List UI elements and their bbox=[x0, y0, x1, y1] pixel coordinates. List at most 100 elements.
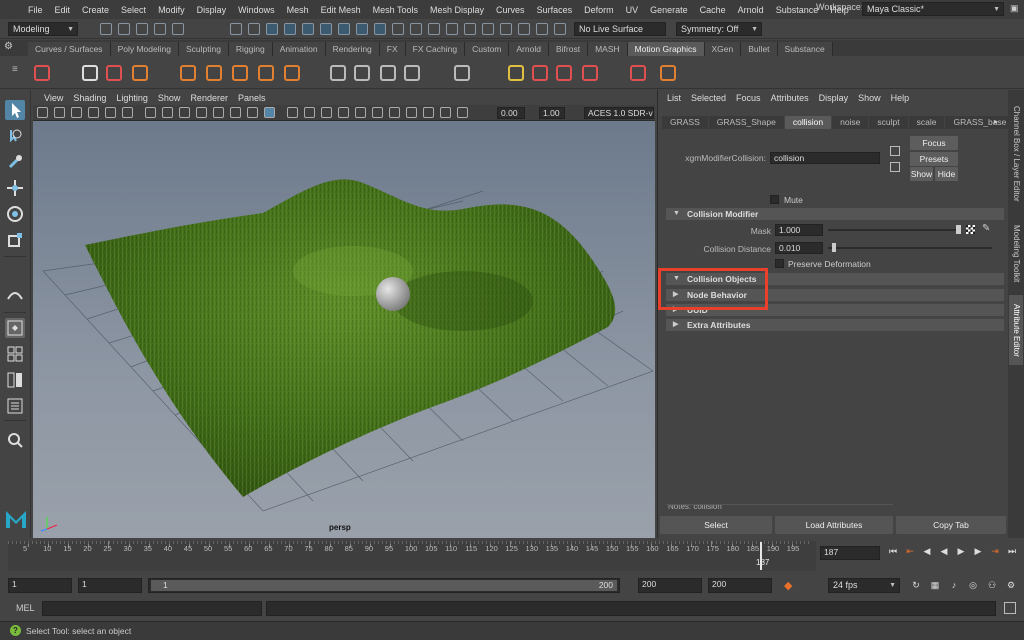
distribute-icon[interactable] bbox=[380, 65, 396, 81]
four-view-layout-icon[interactable] bbox=[5, 344, 25, 364]
shelf-tab-fx-caching[interactable]: FX Caching bbox=[405, 42, 466, 56]
hide-button[interactable]: Hide bbox=[935, 167, 958, 181]
viewport-menu-lighting[interactable]: Lighting bbox=[111, 93, 153, 103]
grid-tool-icon[interactable] bbox=[508, 65, 524, 81]
viewport-tool-20-icon[interactable] bbox=[372, 107, 383, 118]
go-to-start-icon[interactable]: ⏮ bbox=[888, 546, 898, 556]
viewport-menu-show[interactable]: Show bbox=[153, 93, 186, 103]
viewport-tool-14-icon[interactable] bbox=[264, 107, 275, 118]
viewport-menu-renderer[interactable]: Renderer bbox=[185, 93, 233, 103]
fps-dropdown[interactable]: 24 fps ▼ bbox=[828, 578, 900, 593]
viewport-tool-6-icon[interactable] bbox=[122, 107, 133, 118]
symmetry-dropdown[interactable]: Symmetry: Off ▼ bbox=[676, 22, 762, 36]
tab-channel-box[interactable]: Channel Box / Layer Editor bbox=[1009, 94, 1023, 214]
text-icon[interactable] bbox=[232, 65, 248, 81]
viewport-tool-13-icon[interactable] bbox=[247, 107, 258, 118]
color-space-dropdown[interactable]: ACES 1.0 SDR-vid bbox=[584, 107, 654, 119]
paint-brush-icon[interactable]: ✎ bbox=[982, 223, 990, 234]
menu-cache[interactable]: Cache bbox=[694, 5, 732, 15]
select-object-icon[interactable] bbox=[248, 23, 260, 35]
viewport-tool-10-icon[interactable] bbox=[196, 107, 207, 118]
keyframe-icon[interactable]: ◆ bbox=[784, 579, 792, 592]
show-button[interactable]: Show bbox=[910, 167, 933, 181]
ae-tab-noise[interactable]: noise bbox=[832, 116, 869, 129]
trail-icon[interactable] bbox=[556, 65, 572, 81]
curve-tool-icon[interactable] bbox=[206, 65, 222, 81]
menu-generate[interactable]: Generate bbox=[644, 5, 694, 15]
shelf-tab-motion-graphics[interactable]: Motion Graphics bbox=[627, 42, 705, 56]
menu-edit-mesh[interactable]: Edit Mesh bbox=[315, 5, 367, 15]
node-name-field[interactable]: collision bbox=[770, 152, 880, 164]
lasso-tool-icon[interactable] bbox=[5, 126, 25, 146]
viewport-tool-23-icon[interactable] bbox=[423, 107, 434, 118]
dynamics-icon[interactable] bbox=[330, 65, 346, 81]
viewport-tool-7-icon[interactable] bbox=[145, 107, 156, 118]
snap-point-icon[interactable] bbox=[320, 23, 332, 35]
menuset-dropdown[interactable]: Modeling ▼ bbox=[8, 22, 78, 36]
scene-start-field[interactable]: 1 bbox=[8, 578, 72, 593]
save-scene-icon[interactable] bbox=[136, 23, 148, 35]
preserve-deformation-checkbox[interactable] bbox=[775, 259, 784, 268]
viewport-tool-2-icon[interactable] bbox=[54, 107, 65, 118]
svg-tool-icon[interactable] bbox=[258, 65, 274, 81]
menu-curves[interactable]: Curves bbox=[490, 5, 531, 15]
cache-playback-icon[interactable]: ▦ bbox=[929, 580, 941, 590]
section-collision-modifier[interactable]: ▼ Collision Modifier bbox=[666, 208, 1004, 220]
playback-start-field[interactable]: 1 bbox=[78, 578, 142, 593]
history-icon[interactable] bbox=[374, 23, 386, 35]
anim-layer-icon[interactable]: ◎ bbox=[967, 580, 979, 590]
shelf-tab-custom[interactable]: Custom bbox=[465, 42, 510, 56]
step-back-key-icon[interactable]: ⇤ bbox=[905, 546, 915, 556]
snap-view-plane-icon[interactable] bbox=[338, 23, 350, 35]
shelf-tab-xgen[interactable]: XGen bbox=[704, 42, 742, 56]
select-button[interactable]: Select bbox=[660, 516, 772, 534]
shelf-tab-bullet[interactable]: Bullet bbox=[741, 42, 778, 56]
shelf-tab-sculpting[interactable]: Sculpting bbox=[178, 42, 229, 56]
viewport-tool-3-icon[interactable] bbox=[71, 107, 82, 118]
list-icon[interactable] bbox=[82, 65, 98, 81]
ae-tab-scale[interactable]: scale bbox=[908, 116, 945, 129]
anim-prefs-icon[interactable]: ⚙ bbox=[1005, 580, 1017, 590]
viewport-tool-19-icon[interactable] bbox=[355, 107, 366, 118]
ae-tab-collision[interactable]: collision bbox=[784, 116, 832, 129]
menu-arnold[interactable]: Arnold bbox=[732, 5, 770, 15]
sphere-icon[interactable] bbox=[180, 65, 196, 81]
viewport-menu-shading[interactable]: Shading bbox=[68, 93, 111, 103]
rotate-tool-icon[interactable] bbox=[5, 204, 25, 224]
repro-icon[interactable] bbox=[354, 65, 370, 81]
select-component-icon[interactable] bbox=[266, 23, 278, 35]
menu-mesh-display[interactable]: Mesh Display bbox=[424, 5, 490, 15]
render-settings-icon[interactable] bbox=[428, 23, 440, 35]
xray-icon[interactable] bbox=[500, 23, 512, 35]
range-slider-bar[interactable] bbox=[151, 580, 617, 591]
audio-icon[interactable]: ♪ bbox=[948, 580, 960, 590]
shelf-tab-rigging[interactable]: Rigging bbox=[228, 42, 273, 56]
menu-deform[interactable]: Deform bbox=[578, 5, 620, 15]
viewport-tool-17-icon[interactable] bbox=[321, 107, 332, 118]
scene-end-field[interactable]: 200 bbox=[708, 578, 772, 593]
shelf-tab-substance[interactable]: Substance bbox=[777, 42, 833, 56]
playback-end-field[interactable]: 200 bbox=[638, 578, 702, 593]
light-editor-icon[interactable] bbox=[482, 23, 494, 35]
menu-uv[interactable]: UV bbox=[620, 5, 645, 15]
ae-menu-selected[interactable]: Selected bbox=[686, 93, 731, 103]
collision-distance-slider-handle[interactable] bbox=[832, 243, 836, 252]
focus-input-icon[interactable] bbox=[890, 146, 900, 156]
mask-slider[interactable] bbox=[828, 229, 960, 231]
viewport-menu-view[interactable]: View bbox=[39, 93, 68, 103]
lock-icon[interactable]: ▣ bbox=[1010, 3, 1020, 15]
menu-select[interactable]: Select bbox=[115, 5, 152, 15]
menu-modify[interactable]: Modify bbox=[152, 5, 191, 15]
perspective-viewport[interactable]: persp bbox=[33, 121, 655, 538]
script-editor-icon[interactable] bbox=[1004, 602, 1016, 614]
redo-icon[interactable] bbox=[172, 23, 184, 35]
collision-distance-field[interactable]: 0.010 bbox=[775, 242, 823, 254]
focus-button[interactable]: Focus bbox=[910, 136, 958, 150]
ae-tab-sculpt[interactable]: sculpt bbox=[869, 116, 908, 129]
tab-modeling-toolkit[interactable]: Modeling Toolkit bbox=[1009, 216, 1023, 292]
menu-mesh-tools[interactable]: Mesh Tools bbox=[367, 5, 424, 15]
scale-tool-icon[interactable] bbox=[5, 230, 25, 250]
ae-tab-grass[interactable]: GRASS bbox=[662, 116, 708, 129]
shelf-tab-rendering[interactable]: Rendering bbox=[325, 42, 380, 56]
current-frame-field[interactable]: 187 bbox=[820, 546, 880, 560]
